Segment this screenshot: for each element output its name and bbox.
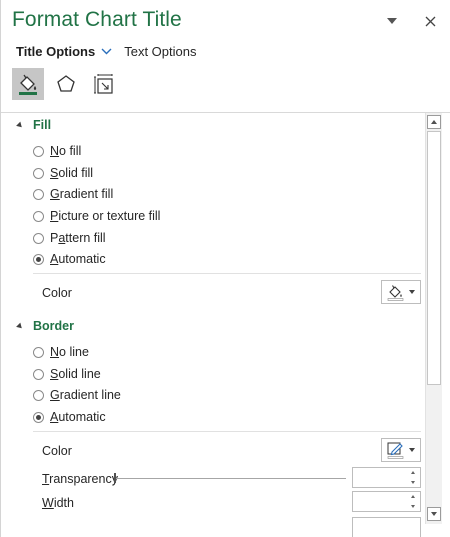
paint-bucket-icon — [387, 284, 404, 301]
radio-automatic-fill[interactable]: Automatic — [33, 252, 106, 266]
radio-solid-line[interactable]: Solid line — [33, 367, 101, 381]
scroll-down-button[interactable] — [427, 507, 441, 521]
collapse-triangle-icon — [16, 322, 24, 330]
format-pane: Format Chart Title Title Options Text Op… — [0, 0, 450, 537]
chevron-down-icon[interactable] — [101, 48, 112, 55]
radio-button[interactable] — [33, 346, 44, 358]
scroll-up-icon — [431, 120, 437, 124]
tab-title-options[interactable]: Title Options — [16, 44, 95, 59]
scrollbar-thumb[interactable] — [427, 131, 441, 385]
border-color-label: Color — [42, 444, 72, 458]
transparency-spinner[interactable] — [352, 467, 421, 488]
fill-color-label: Color — [42, 286, 72, 300]
dropdown-arrow-icon — [409, 290, 415, 294]
spin-down-icon[interactable] — [411, 481, 415, 484]
border-section-header[interactable]: Border — [16, 319, 74, 333]
radio-button[interactable] — [33, 210, 44, 222]
radio-button[interactable] — [33, 232, 44, 244]
transparency-slider-track[interactable] — [115, 478, 346, 479]
tab-text-options[interactable]: Text Options — [124, 44, 196, 59]
border-divider — [33, 431, 421, 432]
radio-pattern-fill[interactable]: Pa ttern fill — [33, 231, 106, 245]
radio-button[interactable] — [33, 389, 44, 401]
fill-heading: Fill — [33, 118, 52, 132]
spin-up-icon[interactable] — [411, 495, 415, 498]
fill-color-picker-button[interactable] — [381, 280, 421, 304]
scroll-up-button[interactable] — [427, 115, 441, 129]
spin-down-icon[interactable] — [411, 505, 415, 508]
transparency-label: Transparency — [42, 472, 118, 486]
scroll-down-icon — [431, 512, 437, 516]
width-spinner[interactable] — [352, 491, 421, 512]
pen-icon — [387, 442, 404, 459]
options-tabs: Title Options Text Options — [16, 44, 196, 59]
radio-button-selected[interactable] — [33, 411, 44, 423]
close-icon[interactable] — [419, 10, 441, 32]
border-heading: Border — [33, 319, 74, 333]
dropdown-arrow-icon — [409, 448, 415, 452]
pane-content: Fill No fill Solid fill Gradient fill Pi… — [1, 113, 425, 537]
radio-button[interactable] — [33, 368, 44, 380]
effects-icon[interactable] — [50, 68, 82, 100]
collapse-triangle-icon — [16, 121, 24, 129]
category-icon-bar — [12, 68, 120, 100]
border-color-picker-button[interactable] — [381, 438, 421, 462]
radio-solid-fill[interactable]: Solid fill — [33, 166, 93, 180]
width-label: Width — [42, 496, 74, 510]
fill-divider — [33, 273, 421, 274]
pane-title: Format Chart Title — [12, 8, 182, 31]
radio-gradient-fill[interactable]: Gradient fill — [33, 187, 113, 201]
next-field-spinner-partial[interactable] — [352, 517, 421, 537]
vertical-scrollbar[interactable] — [425, 113, 442, 524]
radio-button[interactable] — [33, 167, 44, 179]
pane-options-dropdown-icon[interactable] — [381, 10, 403, 32]
radio-no-fill[interactable]: No fill — [33, 144, 81, 158]
radio-automatic-line[interactable]: Automatic — [33, 410, 106, 424]
radio-gradient-line[interactable]: Gradient line — [33, 388, 121, 402]
spin-up-icon[interactable] — [411, 471, 415, 474]
radio-no-line[interactable]: No line — [33, 345, 89, 359]
radio-button[interactable] — [33, 188, 44, 200]
size-properties-icon[interactable] — [88, 68, 120, 100]
transparency-slider-thumb[interactable] — [114, 473, 116, 483]
radio-picture-fill[interactable]: Picture or texture fill — [33, 209, 160, 223]
fill-section-header[interactable]: Fill — [16, 118, 52, 132]
radio-button[interactable] — [33, 145, 44, 157]
fill-line-icon[interactable] — [12, 68, 44, 100]
radio-button-selected[interactable] — [33, 253, 44, 265]
